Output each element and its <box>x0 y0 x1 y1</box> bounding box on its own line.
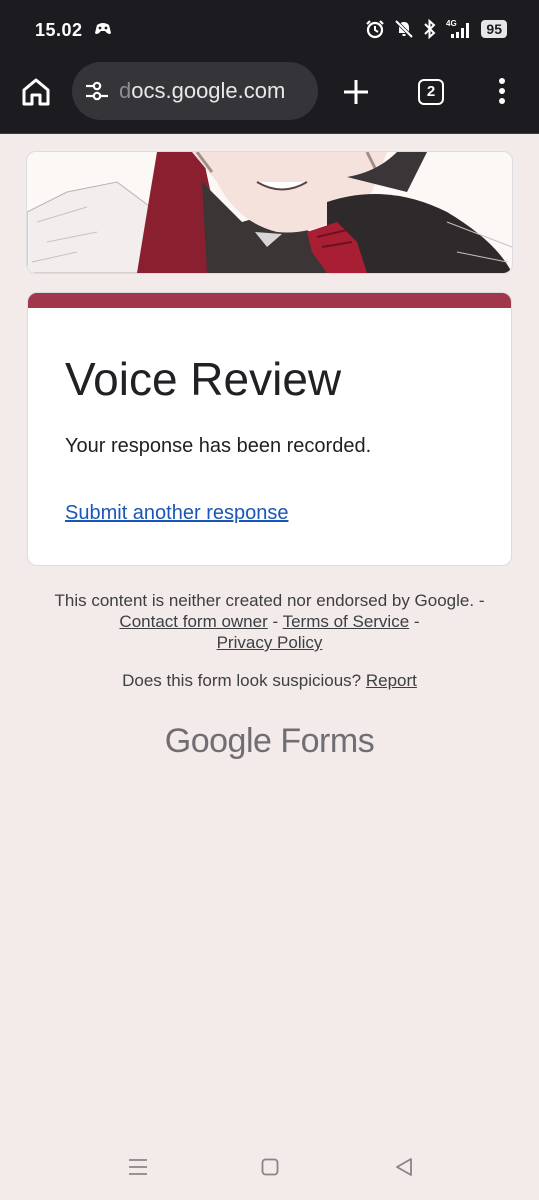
form-confirmation-card: Voice Review Your response has been reco… <box>27 292 512 566</box>
terms-link[interactable]: Terms of Service <box>283 612 410 631</box>
form-header-image <box>26 151 513 274</box>
url-prefix: d <box>119 78 132 103</box>
more-vert-icon[interactable] <box>494 77 510 105</box>
url-bar[interactable]: docs.google.com <box>72 62 318 120</box>
game-controller-icon <box>95 23 111 34</box>
back-triangle-icon[interactable] <box>394 1157 414 1177</box>
disclaimer-text: This content is neither created nor endo… <box>54 591 485 610</box>
url-text: docs.google.com <box>119 78 311 104</box>
report-link[interactable]: Report <box>366 671 417 690</box>
report-line: Does this form look suspicious? Report <box>40 671 499 691</box>
status-time: 15.02 <box>35 20 83 40</box>
svg-text:4G: 4G <box>446 19 457 28</box>
suspicious-text: Does this form look suspicious? <box>122 671 366 690</box>
card-accent-bar <box>28 293 511 308</box>
form-title: Voice Review <box>65 353 342 405</box>
brand-google: Google <box>164 722 272 760</box>
battery-level: 95 <box>481 20 507 38</box>
contact-owner-link[interactable]: Contact form owner <box>119 612 267 631</box>
system-nav-bar <box>0 1140 539 1200</box>
brand-forms: Forms <box>271 722 375 760</box>
signal-icon: 4G <box>446 19 470 38</box>
confirmation-message: Your response has been recorded. <box>65 435 372 457</box>
google-forms-logo[interactable]: Google Forms <box>0 722 539 761</box>
recents-icon[interactable] <box>128 1157 148 1177</box>
privacy-link[interactable]: Privacy Policy <box>217 633 323 652</box>
status-bar: 15.02 4G 95 <box>0 0 539 62</box>
plus-icon[interactable] <box>342 78 370 106</box>
separator: - <box>409 612 420 631</box>
notifications-off-icon <box>395 19 414 39</box>
header-illustration <box>27 152 512 273</box>
browser-toolbar: docs.google.com 2 <box>0 62 539 134</box>
bluetooth-icon <box>424 19 436 39</box>
status-icons: 4G 95 <box>365 19 507 39</box>
submit-another-link[interactable]: Submit another response <box>65 502 288 525</box>
separator: - <box>267 612 283 631</box>
tab-switcher-button[interactable]: 2 <box>418 79 444 105</box>
site-settings-icon[interactable] <box>84 79 110 103</box>
home-icon[interactable] <box>20 76 52 108</box>
alarm-icon <box>366 20 385 39</box>
disclaimer: This content is neither created nor endo… <box>40 590 499 653</box>
url-domain: ocs.google.com <box>131 78 286 103</box>
home-square-icon[interactable] <box>261 1158 279 1176</box>
